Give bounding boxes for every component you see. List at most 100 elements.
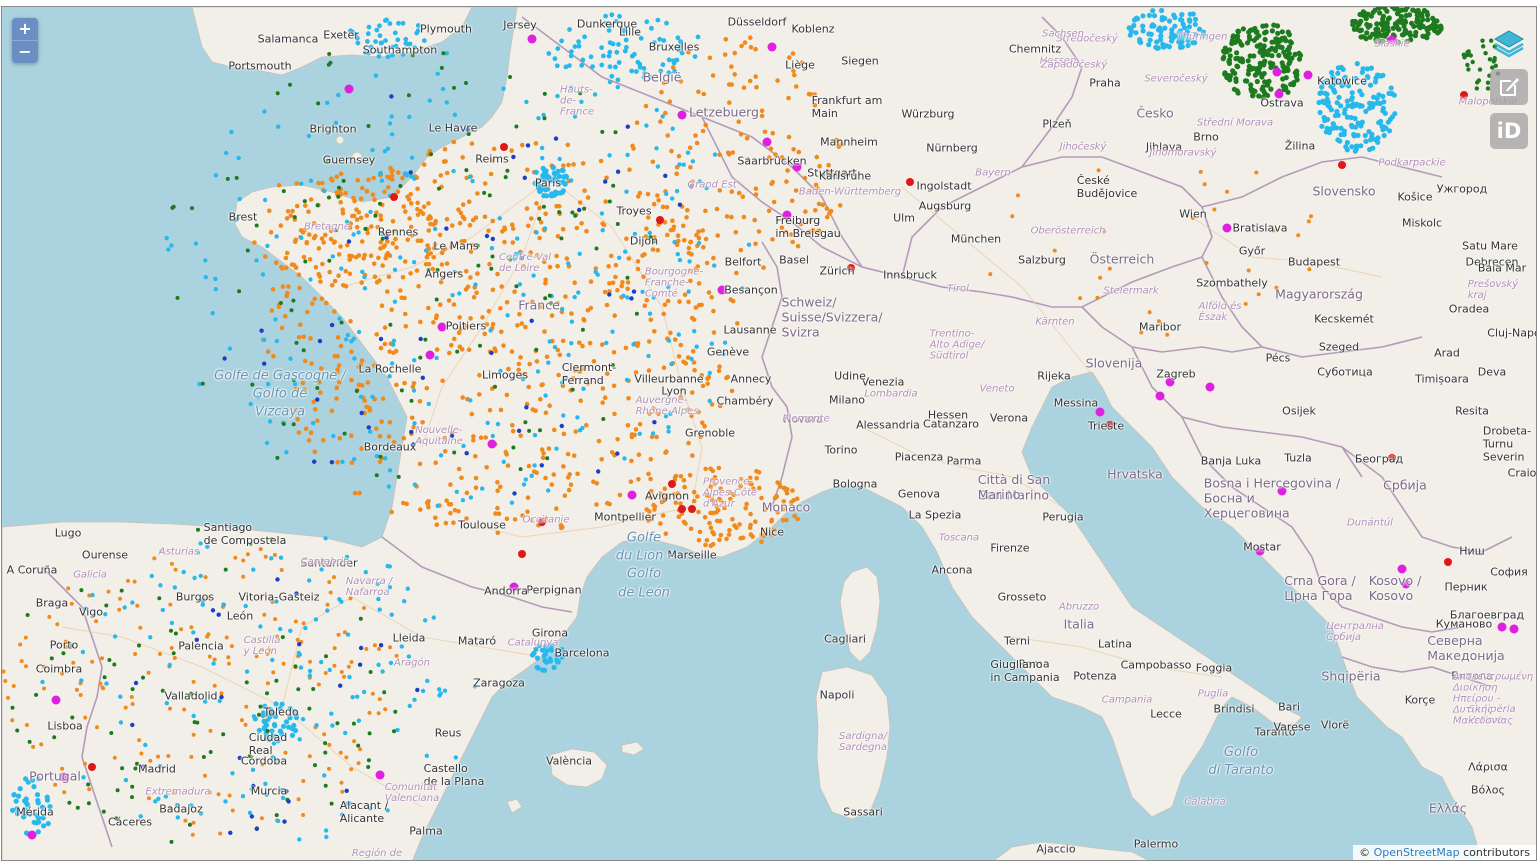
point-cyan[interactable] [554,63,560,69]
point-cyan[interactable] [319,659,324,665]
point-orange[interactable] [752,217,757,223]
point-green[interactable] [115,788,120,793]
point-cyan[interactable] [314,723,319,728]
point-cyan[interactable] [1192,21,1198,27]
point-orange[interactable] [698,434,703,440]
point-green[interactable] [1280,63,1286,69]
point-cyan[interactable] [623,37,629,43]
point-orange[interactable] [1254,170,1259,175]
point-green[interactable] [378,454,383,459]
point-orange[interactable] [533,408,538,414]
point-orange[interactable] [738,132,744,137]
point-cyan[interactable] [278,626,283,632]
point-cyan[interactable] [384,17,389,23]
point-orange[interactable] [596,438,602,444]
point-orange[interactable] [334,385,340,391]
point-green[interactable] [336,194,341,199]
point-magenta[interactable] [509,582,519,592]
point-orange[interactable] [460,155,466,160]
point-green[interactable] [291,422,296,427]
point-orange[interactable] [1078,296,1083,301]
point-orange[interactable] [701,91,707,97]
point-cyan[interactable] [1185,37,1191,43]
point-blue[interactable] [297,642,302,647]
point-cyan[interactable] [275,818,281,824]
point-orange[interactable] [683,361,689,366]
point-cyan[interactable] [409,155,415,160]
point-blue[interactable] [294,591,299,596]
point-orange[interactable] [664,449,669,454]
point-green[interactable] [493,384,497,389]
point-green[interactable] [487,193,492,198]
point-cyan[interactable] [1332,80,1338,86]
point-green[interactable] [61,651,66,656]
point-orange[interactable] [490,287,496,293]
point-orange[interactable] [322,732,327,737]
point-green[interactable] [315,203,320,208]
point-orange[interactable] [646,368,652,373]
point-orange[interactable] [447,350,452,356]
point-orange[interactable] [520,142,525,148]
point-orange[interactable] [382,341,388,347]
point-orange[interactable] [598,158,604,164]
point-cyan[interactable] [411,260,417,265]
point-orange[interactable] [335,335,341,340]
point-cyan[interactable] [368,209,373,215]
point-orange[interactable] [318,390,323,395]
point-orange[interactable] [790,488,795,493]
point-orange[interactable] [571,453,577,459]
point-orange[interactable] [189,754,194,759]
point-orange[interactable] [376,255,381,261]
point-orange[interactable] [743,506,748,511]
point-orange[interactable] [460,395,466,400]
point-orange[interactable] [323,671,328,675]
point-green[interactable] [1386,15,1392,21]
point-orange[interactable] [339,670,344,674]
point-cyan[interactable] [213,287,218,292]
point-cyan[interactable] [355,694,360,699]
point-cyan[interactable] [24,802,31,808]
point-orange[interactable] [285,290,290,296]
point-cyan[interactable] [625,295,630,300]
point-orange[interactable] [689,413,694,419]
point-orange[interactable] [1107,266,1112,271]
point-green[interactable] [466,132,471,136]
point-green[interactable] [1257,60,1263,66]
point-cyan[interactable] [211,661,216,666]
point-cyan[interactable] [40,815,46,821]
point-orange[interactable] [484,322,490,327]
point-cyan[interactable] [672,239,677,245]
point-green[interactable] [1246,63,1252,69]
point-blue[interactable] [489,350,494,356]
point-orange[interactable] [786,134,792,140]
point-orange[interactable] [156,754,160,759]
point-orange[interactable] [207,654,212,659]
point-cyan[interactable] [281,723,287,729]
point-orange[interactable] [278,223,284,228]
point-orange[interactable] [343,268,349,274]
point-cyan[interactable] [599,45,604,50]
point-green[interactable] [1268,86,1274,92]
point-cyan[interactable] [376,596,381,602]
point-orange[interactable] [502,239,507,245]
point-orange[interactable] [336,363,342,368]
point-orange[interactable] [636,477,641,482]
point-cyan[interactable] [210,311,215,316]
point-cyan[interactable] [1151,13,1158,19]
point-orange[interactable] [626,396,631,401]
point-cyan[interactable] [632,231,638,237]
point-green[interactable] [505,168,510,173]
point-green[interactable] [1235,90,1241,96]
point-cyan[interactable] [251,714,257,719]
point-cyan[interactable] [308,277,313,282]
point-cyan[interactable] [1346,83,1352,89]
point-cyan[interactable] [1155,45,1161,51]
point-cyan[interactable] [576,290,581,295]
point-green[interactable] [1425,17,1431,23]
point-cyan[interactable] [203,258,208,263]
point-cyan[interactable] [539,145,545,151]
point-orange[interactable] [725,374,731,380]
point-orange[interactable] [469,411,475,417]
point-green[interactable] [316,378,321,383]
point-orange[interactable] [836,144,842,149]
